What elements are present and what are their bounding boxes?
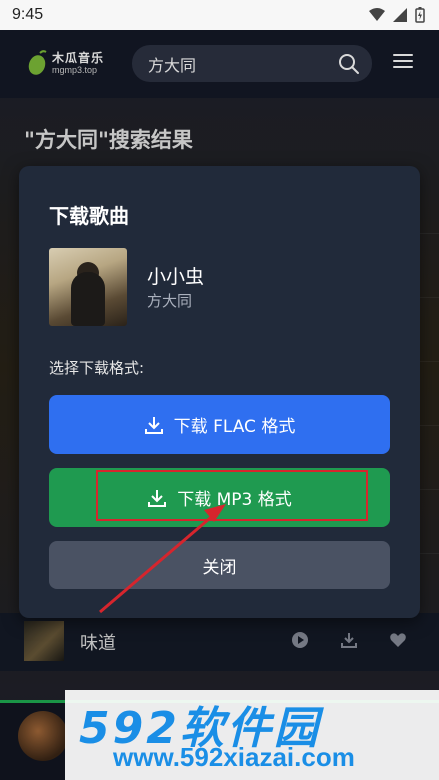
watermark-url: www.592xiazai.com bbox=[113, 742, 355, 772]
format-label: 选择下载格式: bbox=[49, 359, 145, 377]
download-flac-button[interactable]: 下载 FLAC 格式 bbox=[49, 395, 390, 454]
status-bar: 9:45 bbox=[0, 0, 439, 30]
download-icon bbox=[144, 416, 163, 434]
song-artist: 方大同 bbox=[147, 292, 193, 310]
status-time: 9:45 bbox=[12, 6, 44, 23]
download-dialog: 下载歌曲 小小虫 方大同 选择下载格式: 下载 FLAC 格式 下载 MP3 格… bbox=[19, 166, 420, 618]
wifi-icon bbox=[369, 8, 385, 21]
album-cover bbox=[49, 248, 127, 326]
signal-icon bbox=[393, 8, 407, 22]
close-button[interactable]: 关闭 bbox=[49, 541, 390, 589]
highlight-box bbox=[96, 470, 368, 521]
battery-icon bbox=[415, 7, 425, 23]
song-title: 小小虫 bbox=[147, 266, 205, 288]
watermark: 592软件园 www.592xiazai.com bbox=[65, 690, 439, 780]
download-flac-label: 下载 FLAC 格式 bbox=[173, 417, 296, 437]
dialog-title: 下载歌曲 bbox=[49, 204, 129, 228]
status-icons bbox=[369, 7, 425, 23]
close-label: 关闭 bbox=[202, 557, 237, 578]
